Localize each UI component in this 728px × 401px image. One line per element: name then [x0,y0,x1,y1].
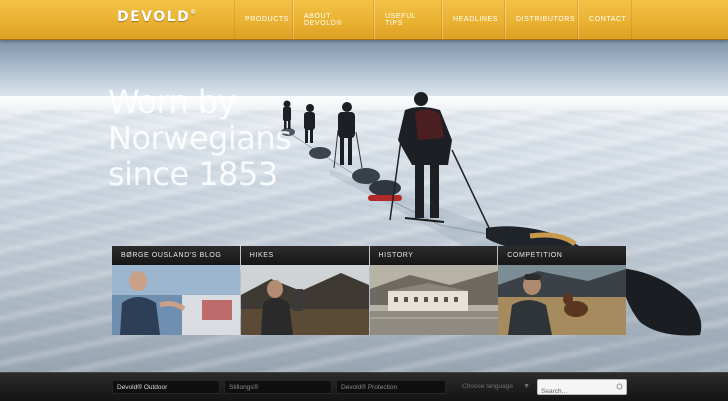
logo-registered-mark: ® [190,9,197,16]
tile-hikes[interactable]: HIKES [240,246,369,335]
hero-line-3: since 1853 [108,155,278,193]
footer-bar: Devold® Outdoor Stillongs® Devold® Prote… [0,372,728,401]
tile-image-blog [112,265,240,335]
tile-image-hikes [240,265,369,335]
tile-image-competition [498,265,627,335]
hero-headline: Worn by Norwegians since 1853 [108,84,308,192]
hero-line-1: Worn by [108,83,237,121]
top-nav-bar: DEVOLD® PRODUCTS ABOUT DEVOLD® USEFUL TI… [0,0,728,40]
nav-item-useful-tips[interactable]: USEFUL TIPS [374,0,442,39]
nav-item-contact[interactable]: CONTACT [578,0,632,39]
tile-image-history [369,265,498,335]
language-select-label: Choose language [462,383,513,390]
tile-title: HIKES [240,246,369,266]
devold-logo[interactable]: DEVOLD® [117,9,196,25]
nav-item-products[interactable]: PRODUCTS [234,0,293,39]
language-select[interactable]: Choose language ▼ [462,380,534,394]
logo-text: DEVOLD [117,9,191,25]
feature-tiles: BØRGE OUSLAND'S BLOG HIKES HISTORY COMPE… [112,246,627,335]
tile-competition[interactable]: COMPETITION [498,246,627,335]
tile-title: COMPETITION [498,246,626,266]
chevron-down-icon: ▼ [523,383,530,390]
footer-brand-stillongs[interactable]: Stillongs® [224,380,332,394]
tile-title: HISTORY [369,246,498,266]
tile-title: BØRGE OUSLAND'S BLOG [112,246,240,266]
tile-history[interactable]: HISTORY [369,246,498,335]
main-nav: PRODUCTS ABOUT DEVOLD® USEFUL TIPS HEADL… [234,0,632,39]
search-input[interactable] [538,384,615,399]
nav-item-about[interactable]: ABOUT DEVOLD® [293,0,374,39]
footer-brand-outdoor[interactable]: Devold® Outdoor [112,380,220,394]
tile-blog[interactable]: BØRGE OUSLAND'S BLOG [112,246,240,335]
footer-brand-protection[interactable]: Devold® Protection [336,380,446,394]
hero-line-2: Norwegians [108,119,292,157]
search-icon[interactable] [616,383,623,390]
search-box [537,379,627,399]
nav-item-headlines[interactable]: HEADLINES [442,0,505,39]
nav-item-distributors[interactable]: DISTRIBUTORS [505,0,578,39]
